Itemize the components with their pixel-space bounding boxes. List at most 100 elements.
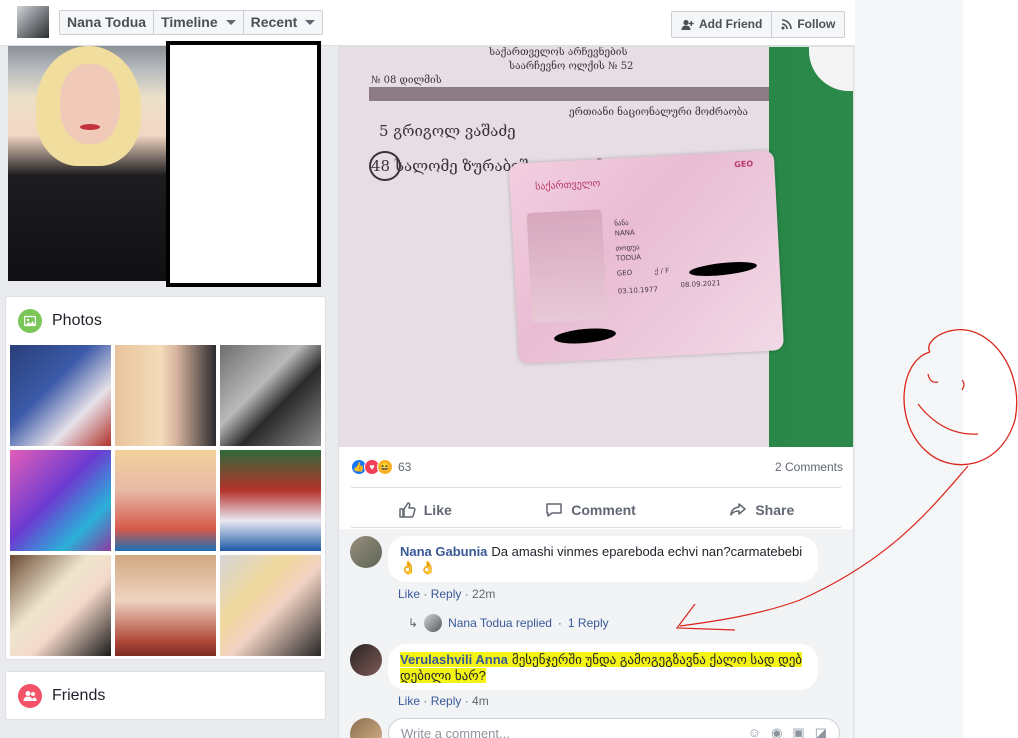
post-actions: Like Comment Share	[351, 495, 841, 525]
id-card: საქართველო GEO ნანა NANA თოდუა TODUA GEO…	[508, 150, 785, 364]
reactions-summary: 👍 ♥ 😆 63 2 Comments	[351, 459, 843, 475]
photos-card: Photos	[5, 296, 326, 660]
avatar[interactable]	[350, 644, 382, 676]
comment-like-link[interactable]: Like	[398, 694, 420, 708]
follow-label: Follow	[797, 17, 836, 31]
photo-thumbnail[interactable]	[10, 555, 111, 656]
comment-reply-link[interactable]: Reply	[431, 587, 462, 601]
photo-thumbnail[interactable]	[220, 450, 321, 551]
reaction-count[interactable]: 63	[398, 460, 411, 474]
photo-grid	[10, 345, 321, 656]
id-nationality: GEO	[616, 268, 633, 278]
ballot-header-line: საქართველოს არჩევნების	[489, 47, 628, 58]
recent-tab[interactable]: Recent	[244, 11, 323, 34]
add-friend-button[interactable]: Add Friend	[672, 12, 773, 37]
photos-title: Photos	[52, 312, 102, 329]
gif-icon[interactable]: ▣	[792, 725, 804, 738]
photo-thumbnail[interactable]	[220, 345, 321, 446]
right-gutter	[855, 0, 963, 738]
reaction-icons[interactable]: 👍 ♥ 😆 63	[351, 459, 411, 475]
comment-bubble: Nana Gabunia Da amashi vinmes epareboda e…	[388, 536, 818, 582]
comment-button[interactable]: Comment	[545, 501, 636, 519]
photo-thumbnail[interactable]	[220, 555, 321, 656]
profile-nav: Nana Todua Timeline Recent	[59, 10, 324, 35]
replies-summary[interactable]: ↳ Nana Todua replied · 1 Reply	[408, 614, 609, 632]
comment-icon	[546, 503, 563, 517]
comment-author[interactable]: Nana Gabunia	[400, 544, 487, 559]
share-button[interactable]: Share	[729, 501, 794, 519]
photo-thumbnail[interactable]	[115, 450, 216, 551]
comment-meta: Like · Reply · 22m	[398, 587, 496, 601]
ballot-party-line: ერთიანი ნაციონალური მოძრაობა	[569, 107, 748, 118]
photo-thumbnail[interactable]	[115, 555, 216, 656]
post-photo[interactable]: საქართველოს არჩევნების საარჩევნო ოლქის №…	[339, 47, 853, 447]
ballot-candidate-5: 5 გრიგოლ ვაშაძე	[379, 122, 516, 140]
chevron-down-icon	[305, 20, 316, 25]
id-sex: ქ / F	[654, 266, 670, 276]
timeline-label: Timeline	[161, 14, 218, 30]
ballot-circle-mark	[369, 151, 401, 181]
divider	[351, 487, 841, 488]
add-friend-icon	[681, 19, 694, 30]
corner-object	[809, 47, 853, 91]
profile-actions: Add Friend Follow	[671, 11, 846, 38]
write-comment-input[interactable]: Write a comment... ☺ ◉ ▣ ◪	[388, 718, 840, 738]
id-expiry-date: 08.09.2021	[680, 279, 721, 290]
photo-thumbnail[interactable]	[115, 345, 216, 446]
blank-redaction-box	[166, 41, 321, 287]
profile-mini-avatar[interactable]	[17, 6, 49, 38]
friends-icon	[18, 684, 42, 708]
comment-time[interactable]: 4m	[472, 694, 489, 708]
emoji-icon[interactable]: ☺	[748, 725, 761, 738]
id-last-name: თოდუა TODUA	[615, 243, 642, 263]
comment-author[interactable]: Verulashvili Anna	[400, 652, 508, 667]
thumbs-up-icon	[399, 502, 416, 518]
camera-icon[interactable]: ◉	[771, 725, 782, 738]
comment-reply-link[interactable]: Reply	[431, 694, 462, 708]
reply-arrow-icon: ↳	[408, 616, 419, 630]
comment-tools: ☺ ◉ ▣ ◪	[748, 725, 827, 738]
comment-emoji: 👌 👌	[400, 560, 436, 575]
reply-summary-text: Nana Todua replied	[448, 616, 552, 630]
comment-like-link[interactable]: Like	[398, 587, 420, 601]
profile-lips	[80, 124, 100, 130]
comment-bubble: Verulashvili Anna მესენჯერში უნდა გამოგეგ…	[388, 644, 818, 690]
profile-top-bar: Nana Todua Timeline Recent Add Friend Fo…	[0, 0, 855, 46]
reply-count: 1 Reply	[567, 616, 609, 630]
photo-thumbnail[interactable]	[10, 345, 111, 446]
comment-text: Da amashi vinmes epareboda echvi nan?car…	[491, 544, 803, 559]
id-first-name: ნანა NANA	[614, 218, 635, 238]
comment-count[interactable]: 2 Comments	[775, 460, 843, 474]
share-icon	[730, 503, 747, 516]
profile-name-label: Nana Todua	[67, 14, 147, 30]
friends-title: Friends	[52, 687, 106, 704]
divider	[351, 527, 841, 528]
chevron-down-icon	[225, 20, 236, 25]
profile-picture[interactable]	[8, 46, 166, 281]
photo-thumbnail[interactable]	[10, 450, 111, 551]
haha-reaction-icon: 😆	[377, 459, 393, 475]
page-edge	[963, 0, 1018, 738]
comment-time[interactable]: 22m	[472, 587, 495, 601]
avatar[interactable]	[350, 536, 382, 568]
profile-name-tab[interactable]: Nana Todua	[60, 11, 155, 34]
rss-icon	[781, 19, 793, 30]
like-label: Like	[423, 502, 452, 518]
share-label: Share	[755, 502, 795, 518]
id-code: GEO	[734, 159, 754, 170]
comment-label: Comment	[571, 502, 636, 518]
friends-card: Friends	[5, 671, 326, 720]
add-friend-label: Add Friend	[699, 17, 763, 31]
comment-meta: Like · Reply · 4m	[398, 694, 489, 708]
friends-card-header[interactable]: Friends	[18, 684, 105, 708]
photos-card-header[interactable]: Photos	[18, 309, 102, 333]
like-button[interactable]: Like	[398, 501, 452, 519]
sticker-icon[interactable]: ◪	[815, 725, 827, 738]
timeline-post: საქართველოს არჩევნების საარჩევნო ოლქის №…	[338, 46, 854, 738]
follow-button[interactable]: Follow	[772, 12, 844, 37]
write-comment-placeholder: Write a comment...	[401, 725, 510, 738]
profile-face	[60, 64, 120, 144]
avatar	[424, 614, 443, 632]
ballot-header-band	[369, 87, 769, 101]
timeline-tab[interactable]: Timeline	[154, 11, 244, 34]
